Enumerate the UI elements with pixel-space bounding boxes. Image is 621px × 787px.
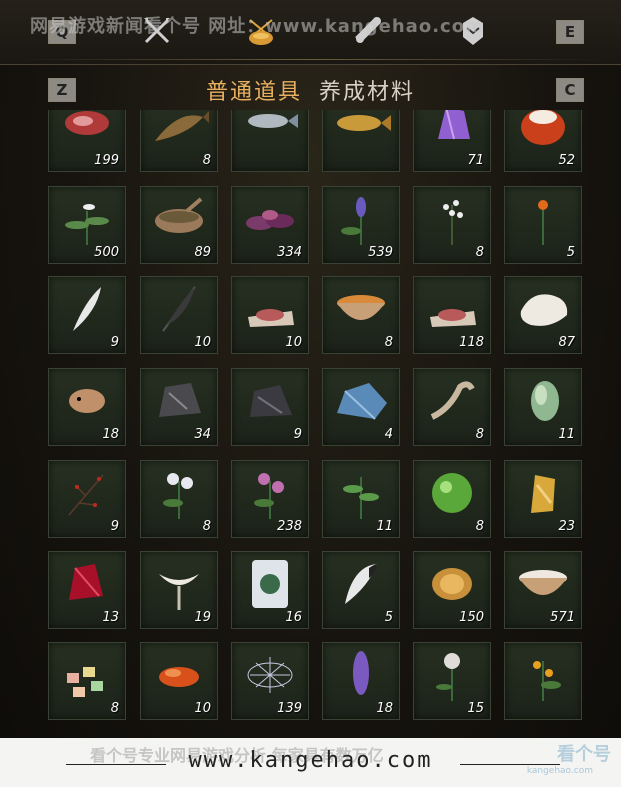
inventory-slot[interactable]: 23: [504, 460, 582, 538]
item-quantity: 10: [194, 701, 211, 716]
inventory-slot[interactable]: 571: [504, 551, 582, 629]
inventory-slot[interactable]: 11: [504, 368, 582, 446]
inventory-slot[interactable]: 10: [231, 276, 309, 354]
item-quantity: 89: [194, 245, 211, 260]
item-quantity: 10: [285, 335, 302, 350]
item-quantity: 8: [475, 427, 484, 442]
inventory-slot[interactable]: 18: [322, 642, 400, 720]
inventory-slot[interactable]: 5: [322, 551, 400, 629]
item-quantity: 571: [550, 610, 575, 625]
item-quantity: 11: [558, 427, 575, 442]
item-quantity: 539: [368, 245, 393, 260]
inventory-slot[interactable]: [231, 110, 309, 172]
inventory-slot[interactable]: 8: [413, 460, 491, 538]
item-grid: 199 8 71 52 500 89 334 539 8 5 9 10 10 8 118 87 18 34 9 4 8 1…: [0, 110, 621, 738]
inventory-slot[interactable]: [504, 642, 582, 720]
item-quantity: 23: [558, 519, 575, 534]
footer-banner: 看个号专业网易游戏分析 每家具有数万亿 www.kangehao.com 看个号…: [0, 738, 621, 787]
item-quantity: 9: [293, 427, 302, 442]
item-quantity: 10: [194, 335, 211, 350]
inventory-slot[interactable]: 89: [140, 186, 218, 264]
item-quantity: 9: [110, 519, 119, 534]
inventory-slot[interactable]: 8: [413, 368, 491, 446]
item-quantity: 18: [102, 427, 119, 442]
inventory-slot[interactable]: 8: [140, 460, 218, 538]
item-quantity: 500: [94, 245, 119, 260]
item-quantity: 5: [566, 245, 575, 260]
inventory-screen: Q E 网易游戏新闻看个号 网址：www.kangehao.com Z C 普通…: [0, 0, 621, 787]
inventory-slot[interactable]: 199: [48, 110, 126, 172]
item-quantity: 8: [110, 701, 119, 716]
item-quantity: 16: [285, 610, 302, 625]
inventory-slot[interactable]: 8: [413, 186, 491, 264]
item-quantity: 5: [384, 610, 393, 625]
item-quantity: 8: [202, 153, 211, 168]
item-quantity: 15: [467, 701, 484, 716]
inventory-slot[interactable]: 4: [322, 368, 400, 446]
item-quantity: 71: [467, 153, 484, 168]
inventory-slot[interactable]: 150: [413, 551, 491, 629]
inventory-slot[interactable]: 34: [140, 368, 218, 446]
item-quantity: 18: [376, 701, 393, 716]
inventory-slot[interactable]: 9: [48, 276, 126, 354]
subtab-materials[interactable]: 养成材料: [319, 74, 415, 106]
item-quantity: 34: [194, 427, 211, 442]
site-logo-sub: kangehao.com: [526, 766, 593, 776]
inventory-slot[interactable]: 8: [48, 642, 126, 720]
inventory-slot[interactable]: 10: [140, 642, 218, 720]
item-quantity: 4: [384, 427, 393, 442]
item-quantity: 11: [376, 519, 393, 534]
inventory-slot[interactable]: 8: [140, 110, 218, 172]
inventory-slot[interactable]: 11: [322, 460, 400, 538]
inventory-slot[interactable]: 9: [48, 460, 126, 538]
item-quantity: 334: [277, 245, 302, 260]
inventory-slot[interactable]: 238: [231, 460, 309, 538]
item-quantity: 87: [558, 335, 575, 350]
inventory-slot[interactable]: [322, 110, 400, 172]
inventory-slot[interactable]: 118: [413, 276, 491, 354]
subtab-common-items[interactable]: 普通道具: [206, 74, 302, 106]
inventory-slot[interactable]: 18: [48, 368, 126, 446]
item-quantity: 52: [558, 153, 575, 168]
item-quantity: 19: [194, 610, 211, 625]
item-quantity: 8: [384, 335, 393, 350]
top-bar: Q E 网易游戏新闻看个号 网址：www.kangehao.com: [0, 0, 621, 65]
inventory-slot[interactable]: 15: [413, 642, 491, 720]
inventory-slot[interactable]: 16: [231, 551, 309, 629]
next-tab-key[interactable]: E: [556, 20, 584, 44]
inventory-slot[interactable]: 13: [48, 551, 126, 629]
item-quantity: 150: [459, 610, 484, 625]
inventory-slot[interactable]: 19: [140, 551, 218, 629]
inventory-slot[interactable]: 52: [504, 110, 582, 172]
inventory-slot[interactable]: 500: [48, 186, 126, 264]
item-quantity: 8: [475, 245, 484, 260]
inventory-slot[interactable]: 539: [322, 186, 400, 264]
item-quantity: 139: [277, 701, 302, 716]
inventory-slot[interactable]: 10: [140, 276, 218, 354]
inventory-slot[interactable]: 71: [413, 110, 491, 172]
site-logo: 看个号: [557, 744, 611, 765]
inventory-slot[interactable]: 139: [231, 642, 309, 720]
item-quantity: 199: [94, 153, 119, 168]
item-quantity: 118: [459, 335, 484, 350]
inventory-slot[interactable]: 5: [504, 186, 582, 264]
subtab-bar: 普通道具 养成材料: [0, 74, 621, 106]
item-quantity: 238: [277, 519, 302, 534]
item-quantity: 13: [102, 610, 119, 625]
inventory-slot[interactable]: 8: [322, 276, 400, 354]
inventory-slot[interactable]: 9: [231, 368, 309, 446]
watermark-text: 网易游戏新闻看个号 网址：www.kangehao.com: [30, 16, 485, 37]
inventory-slot[interactable]: 87: [504, 276, 582, 354]
inventory-slot[interactable]: 334: [231, 186, 309, 264]
item-quantity: 9: [110, 335, 119, 350]
item-quantity: 8: [202, 519, 211, 534]
item-quantity: 8: [475, 519, 484, 534]
